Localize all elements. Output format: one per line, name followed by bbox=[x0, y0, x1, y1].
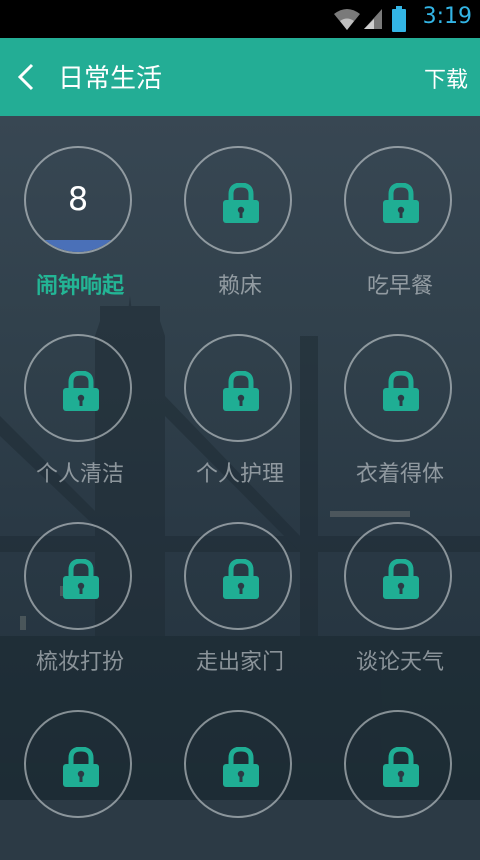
chevron-left-icon[interactable] bbox=[12, 62, 42, 92]
activity-grid: 8 闹钟响起 赖床 吃早餐个人清洁 个人护理 衣着得体梳妆打扮 走出家门 谈论天气 bbox=[0, 116, 480, 818]
item-label: 梳妆打扮 bbox=[35, 650, 124, 675]
page-title: 日常生活 bbox=[58, 64, 163, 94]
item-label: 衣着得体 bbox=[355, 462, 444, 487]
unlocked-item-circle[interactable]: 8 bbox=[24, 146, 132, 254]
locked-item-circle[interactable] bbox=[184, 334, 292, 442]
lock-icon bbox=[223, 371, 259, 411]
grid-item[interactable]: 吃早餐 bbox=[320, 116, 480, 299]
download-button[interactable]: 下载 bbox=[424, 62, 468, 94]
app-header: 日常生活 下载 bbox=[0, 38, 480, 116]
lock-icon bbox=[383, 183, 419, 223]
grid-item[interactable]: 衣着得体 bbox=[320, 304, 480, 487]
lock-icon bbox=[223, 747, 259, 787]
lock-icon bbox=[63, 747, 99, 787]
battery-icon bbox=[392, 6, 406, 32]
locked-item-circle[interactable] bbox=[184, 522, 292, 630]
grid-item[interactable]: 谈论天气 bbox=[320, 492, 480, 675]
item-label: 赖床 bbox=[217, 274, 262, 299]
status-bar: 3:19 bbox=[0, 0, 480, 38]
locked-item-circle[interactable] bbox=[184, 146, 292, 254]
clock-time: 3:19 bbox=[422, 4, 472, 29]
lock-icon bbox=[63, 559, 99, 599]
locked-item-circle[interactable] bbox=[344, 522, 452, 630]
item-label: 吃早餐 bbox=[366, 274, 433, 299]
progress-fill bbox=[26, 240, 130, 252]
signal-icon bbox=[364, 9, 382, 29]
grid-item[interactable]: 个人护理 bbox=[160, 304, 320, 487]
lock-icon bbox=[383, 747, 419, 787]
locked-item-circle[interactable] bbox=[344, 146, 452, 254]
lock-icon bbox=[223, 559, 259, 599]
locked-item-circle[interactable] bbox=[184, 710, 292, 818]
lock-icon bbox=[383, 371, 419, 411]
locked-item-circle[interactable] bbox=[24, 522, 132, 630]
item-label: 走出家门 bbox=[195, 650, 284, 675]
lock-icon bbox=[63, 371, 99, 411]
grid-item[interactable]: 个人清洁 bbox=[0, 304, 160, 487]
grid-item[interactable]: 赖床 bbox=[160, 116, 320, 299]
locked-item-circle[interactable] bbox=[24, 710, 132, 818]
locked-item-circle[interactable] bbox=[344, 710, 452, 818]
item-label: 个人护理 bbox=[195, 462, 284, 487]
item-label: 谈论天气 bbox=[355, 650, 444, 675]
locked-item-circle[interactable] bbox=[344, 334, 452, 442]
item-label: 闹钟响起 bbox=[35, 274, 124, 299]
locked-item-circle[interactable] bbox=[24, 334, 132, 442]
item-count: 8 bbox=[67, 180, 89, 218]
grid-item[interactable]: 8 闹钟响起 bbox=[0, 116, 160, 299]
wifi-icon bbox=[334, 9, 360, 30]
lock-icon bbox=[223, 183, 259, 223]
item-label: 个人清洁 bbox=[35, 462, 124, 487]
lock-icon bbox=[383, 559, 419, 599]
grid-item[interactable] bbox=[160, 680, 320, 860]
grid-item[interactable] bbox=[0, 680, 160, 860]
grid-item[interactable] bbox=[320, 680, 480, 860]
grid-item[interactable]: 梳妆打扮 bbox=[0, 492, 160, 675]
grid-item[interactable]: 走出家门 bbox=[160, 492, 320, 675]
